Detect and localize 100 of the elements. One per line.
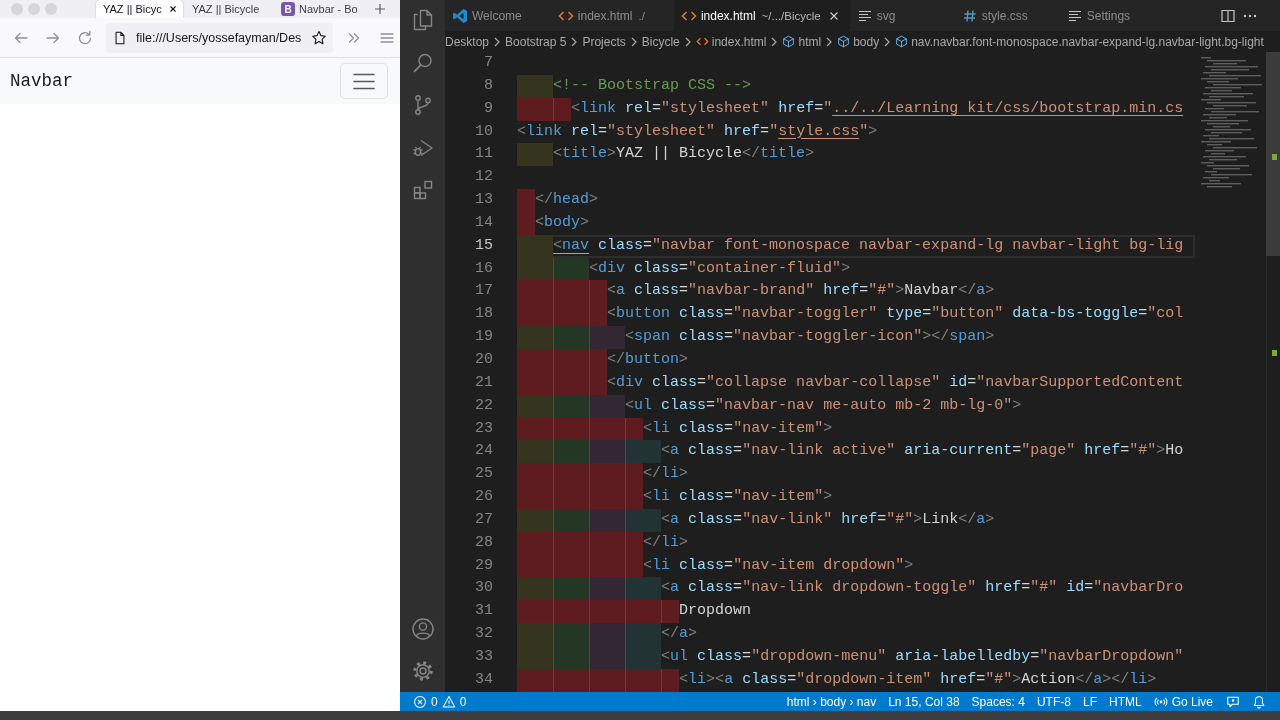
error-icon <box>413 694 427 709</box>
change-marker-icon <box>1272 154 1277 160</box>
code-line: <nav class="navbar font-monospace navbar-expand-lg navbar-light bg-lig <box>517 234 1184 258</box>
speech-bubble-icon[interactable] <box>1226 694 1240 709</box>
bell-icon[interactable] <box>1252 694 1266 709</box>
breadcrumb-item[interactable]: Projects <box>582 34 626 49</box>
line-number: 17 <box>475 282 493 300</box>
line-number: 18 <box>475 305 493 323</box>
code-line: <!-- Bootstrap CSS --> <box>517 74 752 98</box>
menu-toggle-button[interactable] <box>340 63 388 99</box>
status-item[interactable]: LF <box>1076 692 1103 711</box>
chevron-icon <box>629 35 638 48</box>
star-icon[interactable] <box>311 29 327 46</box>
hash-icon <box>961 7 978 24</box>
line-number: 33 <box>475 647 493 665</box>
code-line: <title>YAZ || Bicycle</title> <box>517 143 815 167</box>
code-line: Dropdown <box>517 600 752 624</box>
logo-icon <box>452 7 468 24</box>
chevron-icon <box>493 35 502 48</box>
line-number: 21 <box>475 373 493 391</box>
line-number: 28 <box>475 533 493 551</box>
code-line: <a class="nav-link dropdown-toggle" href="#" id="navbarDro <box>517 577 1184 601</box>
status-item[interactable]: HTML <box>1102 692 1148 711</box>
code-line: <a class="navbar-brand" href="#">Navbar</a> <box>517 280 995 304</box>
line-number: 24 <box>475 442 493 460</box>
code-line: <li class="nav-item dropdown"> <box>517 554 914 578</box>
warning-icon <box>441 694 456 709</box>
scroll-thumb[interactable] <box>1266 52 1280 256</box>
editor-tab[interactable]: index.html ~/.../Bicycle <box>673 0 850 31</box>
line-number: 23 <box>475 419 493 437</box>
browser-tab[interactable]: YAZ || Bicyc <box>96 0 183 18</box>
editor-tab[interactable]: style.css <box>954 0 1060 31</box>
browser-tab[interactable]: YAZ || Bicycle <box>185 0 272 18</box>
breadcrumb-item[interactable]: Bicycle <box>641 34 680 49</box>
line-number: 14 <box>475 213 493 231</box>
code-line: <link rel="stylesheet" href="style.css"> <box>517 121 878 142</box>
page-icon <box>113 30 127 45</box>
browser-tab[interactable]: B Navbar - Bo <box>274 0 361 18</box>
gear-icon[interactable] <box>410 659 435 683</box>
code-line: </li> <box>517 531 689 555</box>
status-item[interactable]: html › body › nav <box>780 692 883 711</box>
code-line: </head> <box>517 189 599 212</box>
chevron-icon <box>683 35 692 48</box>
reload-icon[interactable] <box>77 29 93 46</box>
code-line: <span class="navbar-toggler-icon"></span> <box>517 326 995 349</box>
editor-tab[interactable]: Settings <box>1059 0 1165 31</box>
code-line: </a> <box>517 623 698 646</box>
close-icon[interactable] <box>168 4 178 14</box>
code-line: </button> <box>517 348 689 372</box>
breadcrumb-item[interactable]: Desktop <box>445 34 490 49</box>
line-number: 15 <box>475 236 493 254</box>
tab-favicon: B <box>281 2 295 16</box>
line-number: 34 <box>475 670 493 688</box>
breadcrumb-item[interactable]: Bootstrap 5 <box>505 34 567 49</box>
code-brackets-icon <box>695 35 709 48</box>
line-number: 26 <box>475 488 493 506</box>
status-item[interactable]: Spaces: 4 <box>965 692 1031 711</box>
status-item[interactable]: UTF-8 <box>1030 692 1077 711</box>
cube-icon <box>837 35 851 48</box>
problems-button[interactable]: 0 0 <box>410 692 470 711</box>
chevron-icon <box>570 35 579 48</box>
cube-icon <box>782 35 796 48</box>
chevron-icon <box>883 35 892 48</box>
split-editor-icon[interactable] <box>1220 7 1236 24</box>
address-field[interactable]: file:///Users/yossefayman/Des <box>106 22 333 53</box>
code-line: <div class="container-fluid"> <box>517 257 851 281</box>
brand-link[interactable]: Navbar <box>10 71 73 91</box>
code-line: <link rel="stylesheet" href="../../Learning kit/css/bootstrap.min.cs <box>517 97 1184 121</box>
code-line: <li class="nav-item"> <box>517 417 833 441</box>
account-icon[interactable] <box>410 617 435 641</box>
line-number: 7 <box>484 54 493 71</box>
line-number: 16 <box>475 259 493 277</box>
code-line: <a class="nav-link active" aria-current="page" href="#">Ho <box>517 440 1184 464</box>
editor-tab[interactable]: Welcome <box>445 0 551 31</box>
line-number: 19 <box>475 328 493 346</box>
plus-icon[interactable] <box>374 3 386 15</box>
code-line: </li> <box>517 463 689 487</box>
minimap-drawing[interactable] <box>1200 55 1262 189</box>
code-line: <ul class="navbar-nav me-auto mb-2 mb-lg-0"> <box>517 394 1022 418</box>
editor-tab[interactable]: svg <box>849 0 955 31</box>
cube-icon <box>895 35 909 48</box>
breadcrumb-item[interactable]: body <box>837 34 880 49</box>
code-line: <body> <box>517 211 590 235</box>
line-number: 25 <box>475 465 493 483</box>
go-live-button[interactable]: Go Live <box>1147 692 1219 711</box>
broadcast-icon <box>1153 694 1168 709</box>
breadcrumb-item[interactable]: index.html <box>695 34 767 49</box>
line-number: 10 <box>475 122 493 140</box>
code-line: <li><a class="dropdown-item" href="#">Action</a></li> <box>517 668 1157 692</box>
line-number: 20 <box>475 350 493 368</box>
change-marker-icon <box>1272 350 1277 356</box>
line-number: 29 <box>475 556 493 574</box>
line-number: 12 <box>475 168 493 186</box>
chevron-icon <box>770 35 779 48</box>
breadcrumb-item[interactable]: nav.navbar.font-monospace.navbar-expand-lg.navbar-light.bg-light <box>895 34 1264 49</box>
status-item[interactable]: Ln 15, Col 38 <box>882 692 966 711</box>
breadcrumb-item[interactable]: html <box>782 34 822 49</box>
code-line: <ul class="dropdown-menu" aria-labelledby="navbarDropdown" <box>517 645 1184 669</box>
editor-tab[interactable]: index.html ./ <box>550 0 674 31</box>
line-number: 32 <box>475 625 493 643</box>
